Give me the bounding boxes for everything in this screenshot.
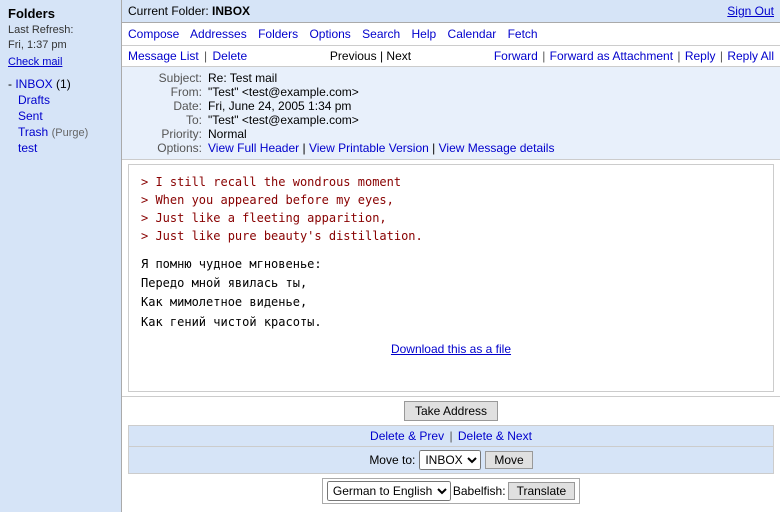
nav-help[interactable]: Help [412,27,437,41]
nav-calendar[interactable]: Calendar [448,27,497,41]
inbox-link[interactable]: INBOX [15,77,52,91]
move-to-label: Move to: [369,453,415,467]
nav-folders[interactable]: Folders [258,27,298,41]
move-row: Move to: INBOX Drafts Sent Trash test Mo… [128,447,774,474]
quoted-line-1: > I still recall the wondrous moment [141,173,761,191]
view-printable-link[interactable]: View Printable Version [309,141,429,155]
to-label: To: [128,113,208,127]
forward-attachment-link[interactable]: Forward as Attachment [550,49,673,63]
delete-link[interactable]: Delete [213,49,248,63]
toolbar-left: Message List | Delete [128,49,247,63]
subject-label: Subject: [128,71,208,85]
body-line-1: Я помню чудное мгновенье: [141,255,761,274]
topbar: Current Folder: INBOX Sign Out [122,0,780,23]
body-line-4: Как гений чистой красоты. [141,313,761,332]
delete-next-link[interactable]: Delete & Next [458,429,532,443]
message-body: > I still recall the wondrous moment > W… [128,164,774,392]
babelfish-label: Babelfish: [453,484,506,498]
view-full-header-link[interactable]: View Full Header [208,141,299,155]
main-content: Current Folder: INBOX Sign Out Compose A… [122,0,780,512]
priority-label: Priority: [128,127,208,141]
forward-link[interactable]: Forward [494,49,538,63]
last-refresh: Last Refresh: Fri, 1:37 pm [8,23,113,54]
trash-link[interactable]: Trash [18,125,48,139]
take-address-button[interactable]: Take Address [404,401,498,421]
previous-link[interactable]: Previous [330,49,377,63]
view-details-link[interactable]: View Message details [439,141,555,155]
quoted-line-4: > Just like pure beauty's distillation. [141,227,761,245]
signout-link[interactable]: Sign Out [727,4,774,18]
translate-select[interactable]: German to English French to English Span… [327,481,451,501]
sent-link[interactable]: Sent [18,109,43,123]
quoted-text: > I still recall the wondrous moment > W… [141,173,761,245]
move-button[interactable]: Move [485,451,532,469]
body-line-2: Передо мной явилась ты, [141,274,761,293]
folder-list: - INBOX (1) Drafts Sent Trash (Purge) te… [8,76,113,156]
current-folder-name: INBOX [212,4,250,18]
nav-addresses[interactable]: Addresses [190,27,247,41]
priority-value: Normal [208,127,774,141]
sidebar-item-sent[interactable]: Sent [8,108,113,124]
sidebar-title: Folders [8,6,113,21]
sidebar: Folders Last Refresh: Fri, 1:37 pm Check… [0,0,122,512]
nav-compose[interactable]: Compose [128,27,179,41]
body-text: Я помню чудное мгновенье: Передо мной яв… [141,255,761,332]
nav-options[interactable]: Options [309,27,350,41]
purge-link[interactable]: (Purge) [52,127,89,139]
date-value: Fri, June 24, 2005 1:34 pm [208,99,774,113]
delete-nav-row: Delete & Prev | Delete & Next [128,425,774,447]
delete-prev-link[interactable]: Delete & Prev [370,429,444,443]
from-value: "Test" <test@example.com> [208,85,774,99]
body-line-3: Как мимолетное виденье, [141,293,761,312]
toolbar-right: Forward | Forward as Attachment | Reply … [494,49,774,63]
take-address-row: Take Address [128,401,774,421]
check-mail-link[interactable]: Check mail [8,56,62,68]
translate-button[interactable]: Translate [508,482,576,500]
options-label: Options: [128,141,208,155]
message-headers: Subject: Re: Test mail From: "Test" <tes… [122,67,780,160]
message-list-link[interactable]: Message List [128,49,199,63]
quoted-line-3: > Just like a fleeting apparition, [141,209,761,227]
test-link[interactable]: test [18,141,37,155]
sidebar-item-trash[interactable]: Trash (Purge) [8,124,113,140]
nav-fetch[interactable]: Fetch [508,27,538,41]
translate-row: German to English French to English Span… [128,474,774,508]
navbar: Compose Addresses Folders Options Search… [122,23,780,46]
quoted-line-2: > When you appeared before my eyes, [141,191,761,209]
to-value: "Test" <test@example.com> [208,113,774,127]
current-folder-label: Current Folder: INBOX [128,4,250,18]
from-label: From: [128,85,208,99]
reply-all-link[interactable]: Reply All [727,49,774,63]
reply-link[interactable]: Reply [685,49,716,63]
nav-search[interactable]: Search [362,27,400,41]
drafts-link[interactable]: Drafts [18,93,50,107]
message-toolbar: Message List | Delete Previous | Next Fo… [122,46,780,67]
subject-value: Re: Test mail [208,71,774,85]
move-to-select[interactable]: INBOX Drafts Sent Trash test [419,450,481,470]
sidebar-item-inbox[interactable]: - INBOX (1) [8,76,113,92]
translate-outer: German to English French to English Span… [322,478,580,504]
download-file-link[interactable]: Download this as a file [141,342,761,356]
prev-next: Previous | Next [330,49,411,63]
options-value: View Full Header | View Printable Versio… [208,141,774,155]
next-link[interactable]: Next [386,49,411,63]
date-label: Date: [128,99,208,113]
sidebar-item-drafts[interactable]: Drafts [8,92,113,108]
bottom-actions: Take Address Delete & Prev | Delete & Ne… [122,396,780,512]
sidebar-item-test[interactable]: test [8,140,113,156]
